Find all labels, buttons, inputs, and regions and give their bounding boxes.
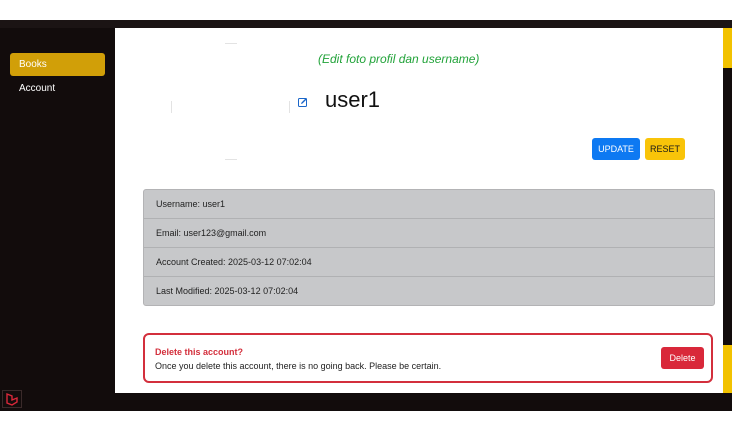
sidebar-item-books[interactable]: Books xyxy=(10,53,105,76)
delete-account-title: Delete this account? xyxy=(155,347,244,357)
edit-profile-hint: (Edit foto profil dan username) xyxy=(318,52,480,66)
sidebar: Books Account xyxy=(0,28,115,411)
pencil-square-icon[interactable] xyxy=(298,97,308,107)
delete-button[interactable]: Delete xyxy=(661,347,704,369)
info-row-username: Username: user1 xyxy=(144,190,714,219)
update-button[interactable]: UPDATE xyxy=(592,138,640,160)
scrollbar-thumb-bottom[interactable] xyxy=(723,345,732,393)
sidebar-item-account[interactable]: Account xyxy=(10,77,105,100)
scrollbar-track[interactable] xyxy=(723,28,732,393)
laravel-icon[interactable] xyxy=(2,390,22,408)
window-bottom-bar xyxy=(115,393,732,411)
delete-account-panel: Delete this account? Once you delete thi… xyxy=(143,333,713,383)
account-info-list: Username: user1 Email: user123@gmail.com… xyxy=(143,189,715,306)
info-row-email: Email: user123@gmail.com xyxy=(144,219,714,248)
main-content: (Edit foto profil dan username) user1 UP… xyxy=(115,28,723,393)
window-top-bar xyxy=(0,20,732,28)
scrollbar-thumb-top[interactable] xyxy=(723,28,732,68)
profile-photo-placeholder[interactable] xyxy=(171,43,291,160)
info-row-created: Account Created: 2025-03-12 07:02:04 xyxy=(144,248,714,277)
username-display[interactable]: user1 xyxy=(325,87,380,113)
delete-account-description: Once you delete this account, there is n… xyxy=(155,361,442,371)
info-row-modified: Last Modified: 2025-03-12 07:02:04 xyxy=(156,286,299,296)
reset-button[interactable]: RESET xyxy=(645,138,685,160)
